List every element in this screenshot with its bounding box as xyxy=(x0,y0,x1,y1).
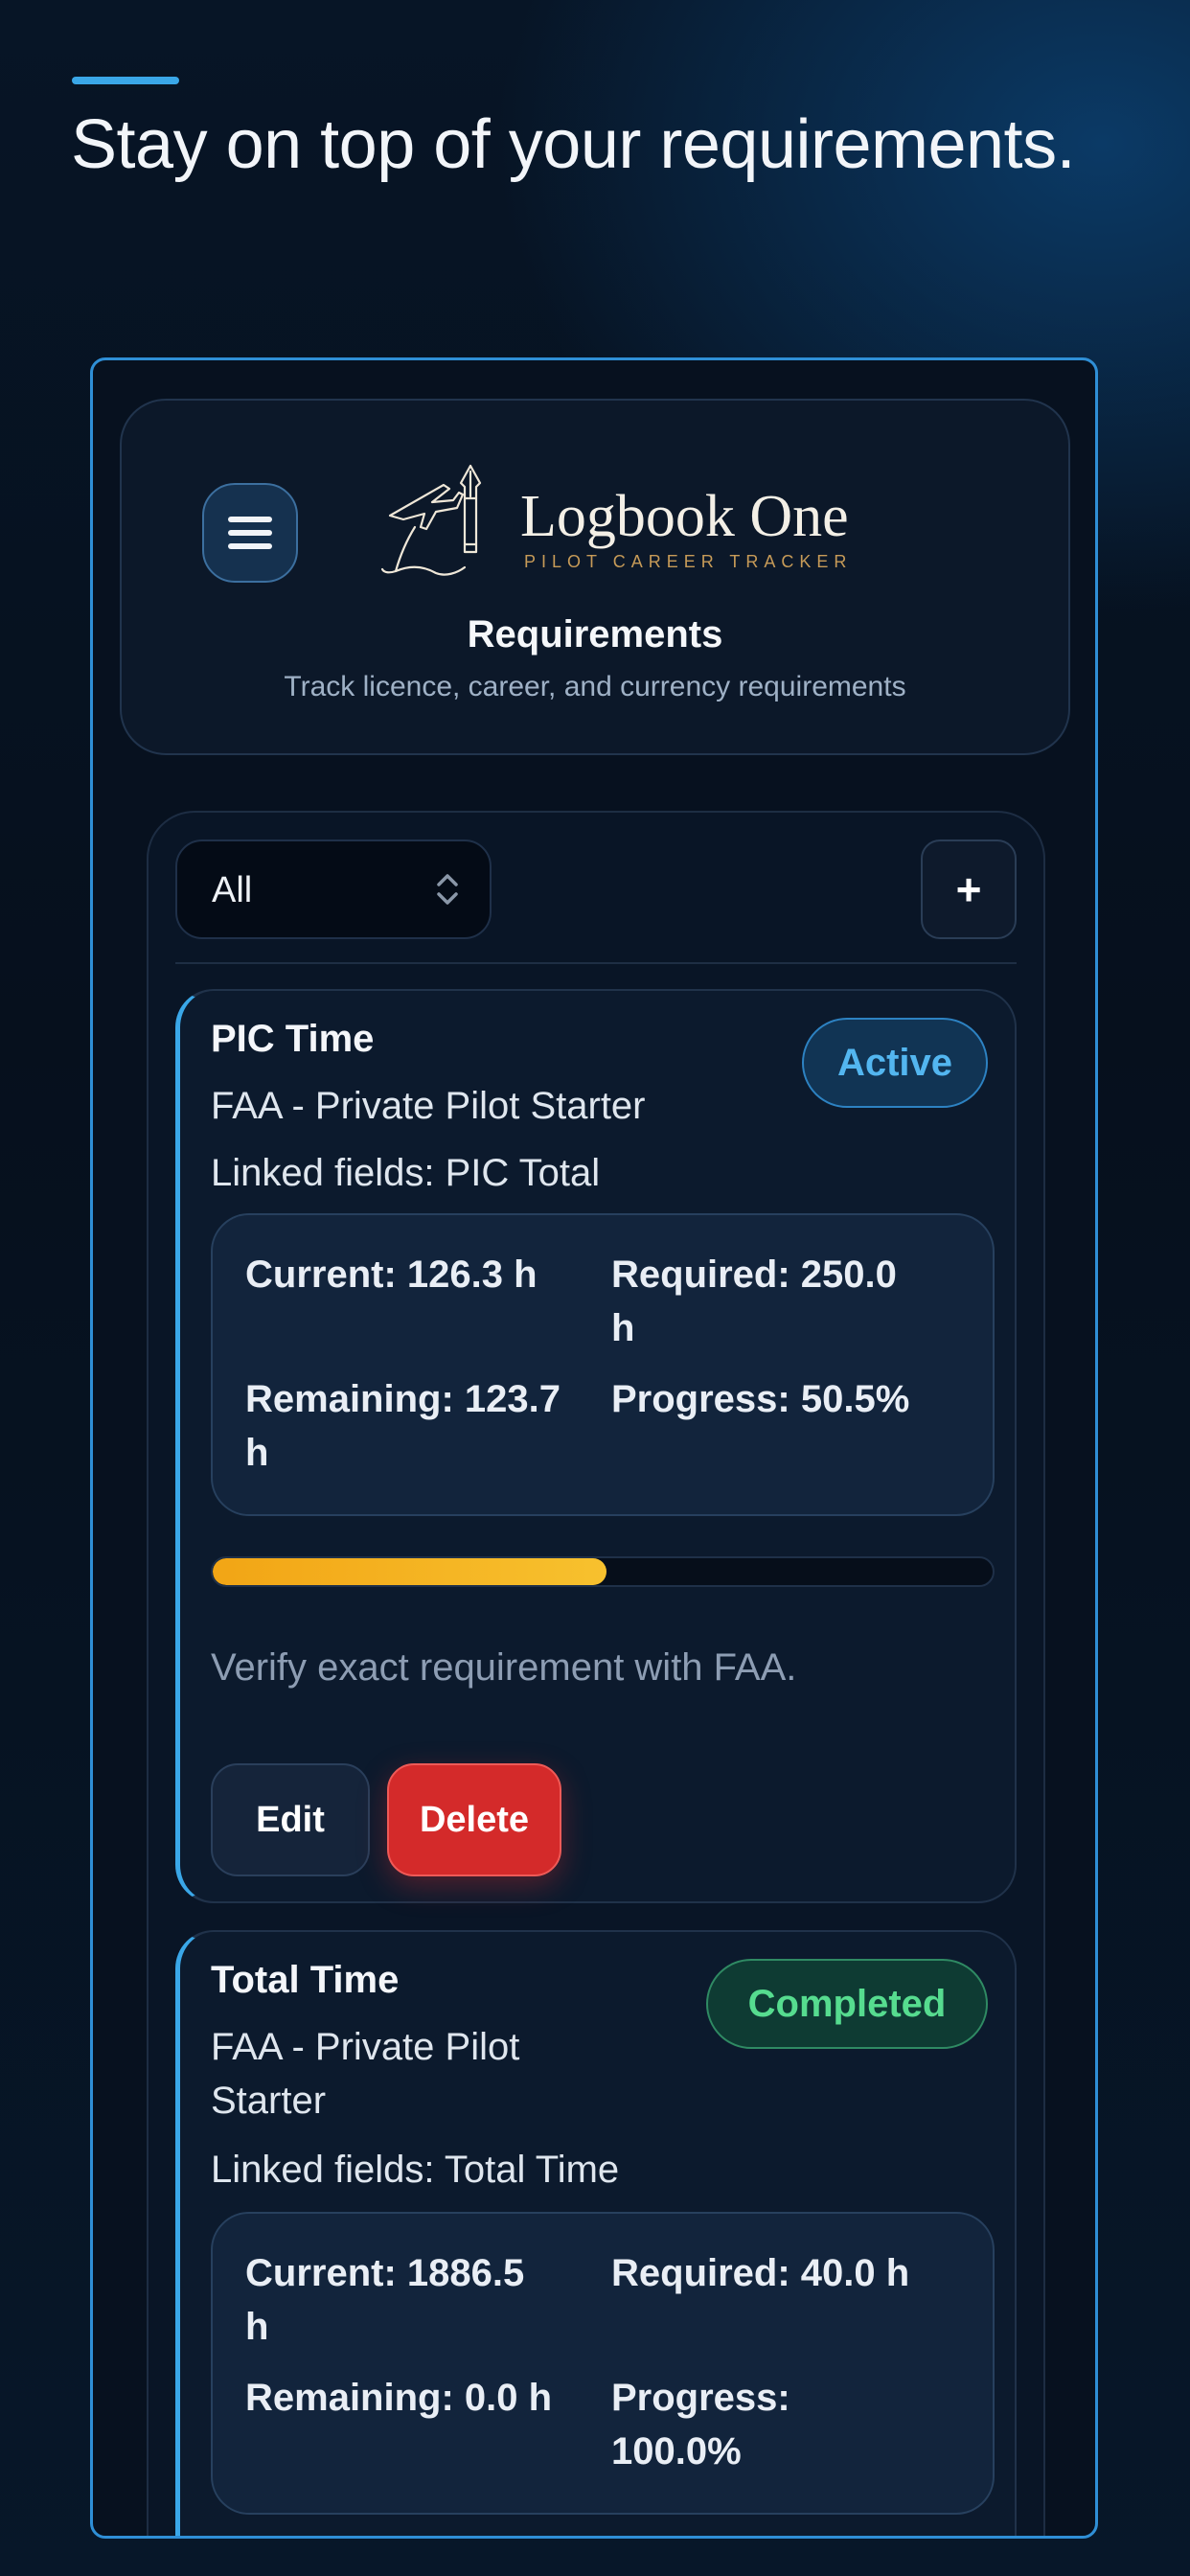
app-screen: Logbook One PILOT CAREER TRACKER Require… xyxy=(90,357,1098,2539)
linked-fields: Linked fields: PIC Total xyxy=(211,1152,601,1194)
status-badge: Active xyxy=(802,1018,988,1108)
headline-accent-line xyxy=(72,77,179,84)
remaining-value: Remaining: 123.7 h xyxy=(245,1378,561,1474)
linked-fields: Linked fields: Total Time xyxy=(211,2149,620,2191)
filter-select[interactable]: All xyxy=(175,840,492,939)
requirement-card: PIC Time Active FAA - Private Pilot Star… xyxy=(175,989,1017,1903)
add-requirement-button[interactable]: + xyxy=(921,840,1017,939)
logbook-logo-icon xyxy=(380,464,482,576)
menu-button[interactable] xyxy=(202,483,298,583)
edit-button[interactable]: Edit xyxy=(211,1763,370,1876)
required-value: Required: 40.0 h xyxy=(611,2252,910,2294)
filter-value: All xyxy=(212,870,253,910)
progress-bar-fill xyxy=(213,1558,607,1585)
requirement-card: Total Time Completed FAA - Private Pilot… xyxy=(175,1930,1017,2536)
required-value: Required: 250.0 h xyxy=(611,1254,897,1349)
stats-box: Current: 126.3 h Required: 250.0 h Remain… xyxy=(211,1213,995,1516)
divider xyxy=(175,962,1017,964)
requirement-program: FAA - Private Pilot Starter xyxy=(211,2026,520,2122)
page-subtitle: Track licence, career, and currency requ… xyxy=(284,671,906,702)
progress-bar xyxy=(211,1556,995,1587)
progress-value: Progress: 50.5% xyxy=(611,1378,910,1420)
remaining-value: Remaining: 0.0 h xyxy=(245,2377,553,2419)
marketing-headline: Stay on top of your requirements. xyxy=(71,106,1076,183)
requirements-panel: All + PIC Time Active FAA - Private Pilo… xyxy=(147,811,1045,2536)
updown-chevron-icon xyxy=(437,874,458,905)
page-title: Requirements xyxy=(467,613,723,656)
requirement-program: FAA - Private Pilot Starter xyxy=(211,1085,646,1127)
current-value: Current: 1886.5 h xyxy=(245,2252,525,2348)
requirement-note: Verify exact requirement with FAA. xyxy=(211,1646,797,1689)
current-value: Current: 126.3 h xyxy=(245,1254,538,1296)
requirement-title: PIC Time xyxy=(211,1018,375,1060)
hamburger-menu-icon xyxy=(228,517,272,549)
logo-name: Logbook One xyxy=(520,484,849,549)
logo-tagline: PILOT CAREER TRACKER xyxy=(524,552,853,571)
requirement-title: Total Time xyxy=(211,1959,400,2001)
app-header: Logbook One PILOT CAREER TRACKER Require… xyxy=(120,399,1070,755)
stats-box: Current: 1886.5 h Required: 40.0 h Remain… xyxy=(211,2212,995,2515)
delete-button[interactable]: Delete xyxy=(387,1763,561,1876)
progress-value: Progress: 100.0% xyxy=(611,2377,790,2472)
status-badge: Completed xyxy=(706,1959,988,2049)
